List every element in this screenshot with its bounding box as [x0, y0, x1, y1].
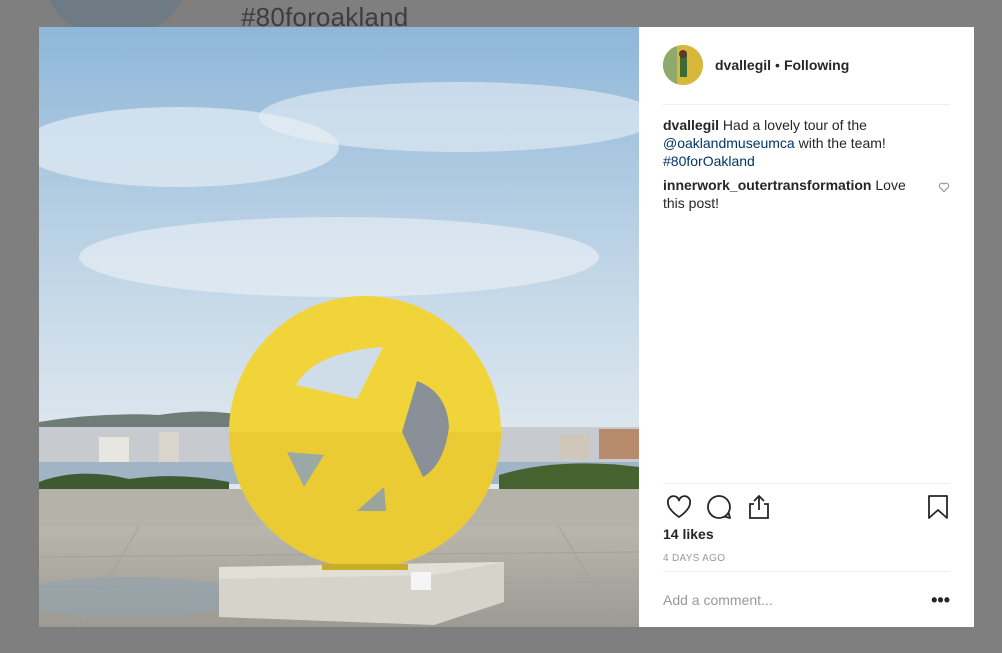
peace-sculpture-photo [39, 27, 639, 627]
share-icon [749, 494, 769, 519]
comment-like-heart-icon[interactable] [938, 179, 950, 197]
post-sidebar: dvallegil • Following dvallegil Had a lo… [639, 27, 974, 627]
post-timestamp[interactable]: 4 DAYS AGO [663, 553, 725, 564]
post-actions [663, 491, 950, 523]
comment-icon [707, 495, 731, 519]
post-modal: dvallegil • Following dvallegil Had a lo… [39, 27, 974, 627]
comment-button[interactable] [703, 491, 735, 523]
avatar-image [663, 45, 703, 85]
heart-icon [667, 495, 691, 518]
heart-icon [938, 182, 950, 192]
caption-username[interactable]: dvallegil [663, 117, 719, 133]
comments-list: dvallegil Had a lovely tour of the @oakl… [663, 116, 950, 218]
save-button[interactable] [922, 491, 954, 523]
hashtag-link[interactable]: #80forOakland [663, 153, 755, 169]
like-button[interactable] [663, 491, 695, 523]
mention-link[interactable]: @oaklandmuseumca [663, 135, 795, 151]
more-options-button[interactable]: ••• [930, 591, 950, 609]
bookmark-icon [928, 495, 948, 519]
add-comment-input[interactable] [663, 592, 930, 608]
comment-item: innerwork_outertransformation Love this … [663, 176, 950, 212]
comment-divider [663, 571, 950, 572]
post-username[interactable]: dvallegil [715, 57, 771, 73]
caption-text: Had a lovely tour of the [722, 117, 867, 133]
following-button[interactable]: Following [784, 57, 849, 73]
header-divider [663, 104, 950, 105]
separator-dot: • [775, 57, 780, 73]
caption: dvallegil Had a lovely tour of the @oakl… [663, 116, 950, 170]
actions-divider [663, 483, 950, 484]
comment-username[interactable]: innerwork_outertransformation [663, 177, 871, 193]
post-header: dvallegil • Following [663, 45, 950, 85]
likes-count[interactable]: 14 likes [663, 526, 714, 542]
post-photo[interactable] [39, 27, 639, 627]
share-button[interactable] [743, 491, 775, 523]
caption-text-end: with the team! [794, 135, 886, 151]
add-comment-bar: ••• [663, 591, 950, 609]
avatar[interactable] [663, 45, 703, 85]
